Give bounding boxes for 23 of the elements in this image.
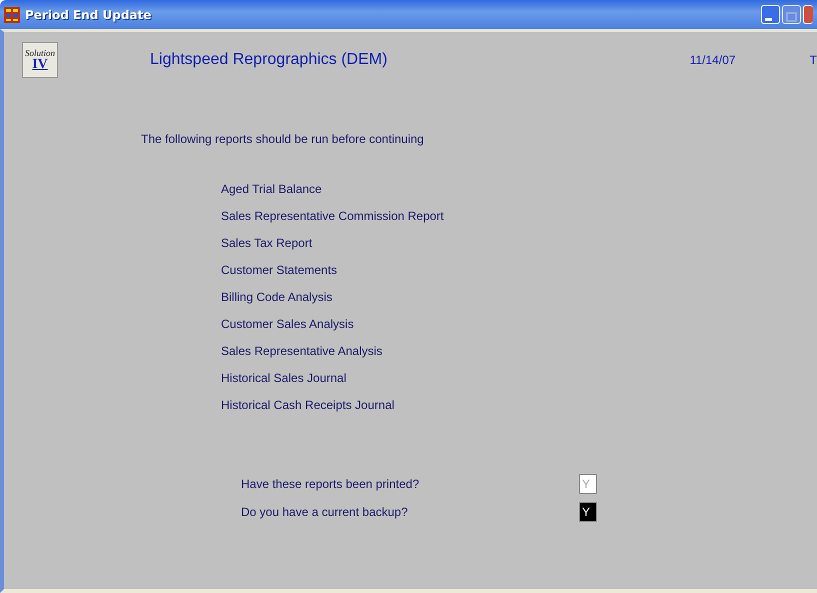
minimize-button[interactable] (761, 5, 780, 24)
report-name: Sales Representative Analysis (221, 344, 382, 358)
app-icon (4, 6, 20, 22)
report-name: Historical Cash Receipts Journal (221, 398, 394, 412)
report-name: Aged Trial Balance (221, 182, 322, 196)
question-label: Have these reports been printed? (241, 476, 420, 492)
question-label: Do you have a current backup? (241, 504, 409, 520)
close-button[interactable] (803, 5, 813, 24)
logo: Solution IV (22, 42, 58, 78)
report-name: Historical Sales Journal (221, 371, 346, 385)
report-name: Sales Tax Report (221, 236, 312, 250)
report-name: Customer Statements (221, 263, 338, 277)
answer-field[interactable]: Y (579, 502, 597, 522)
report-name: Billing Code Analysis (221, 290, 332, 304)
maximize-button[interactable] (782, 5, 801, 24)
date-text: 11/14/07 (690, 52, 737, 69)
header-text: T (810, 52, 817, 69)
company-name: Lightspeed Reprographics (DEM) (150, 50, 388, 70)
instruction-text: The following reports should be run before continuing (141, 132, 424, 146)
minimize-icon (765, 18, 772, 21)
report-name: Sales Representative Commission Report (221, 209, 444, 223)
report-name: Customer Sales Analysis (221, 317, 354, 331)
window-title: Period End Update (25, 6, 152, 24)
